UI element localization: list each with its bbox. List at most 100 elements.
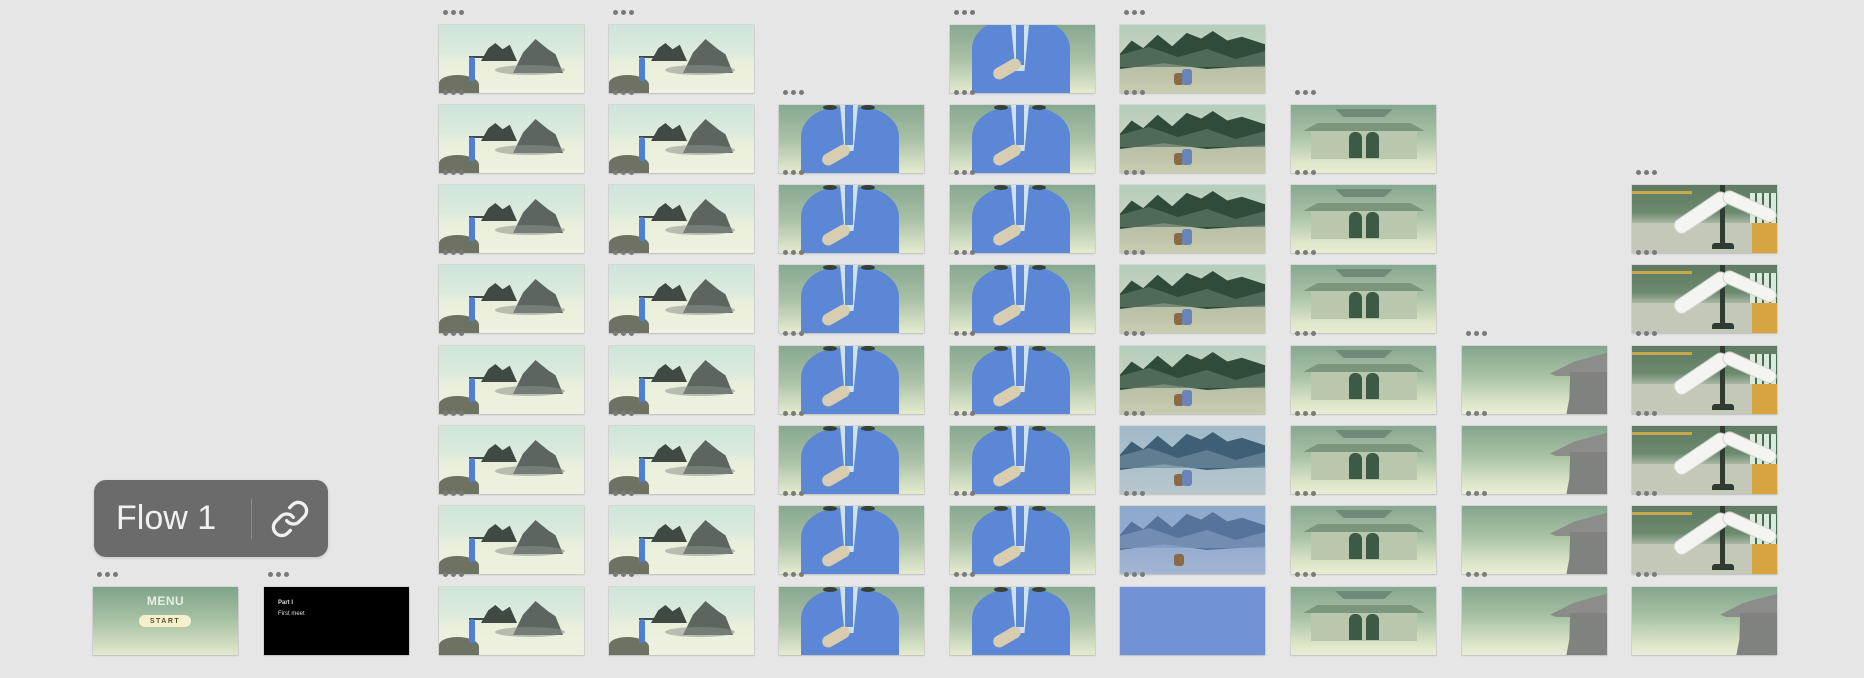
frame-options-button[interactable] (1124, 411, 1145, 419)
frame-options-button[interactable] (1466, 331, 1487, 339)
frame-landscape[interactable] (439, 506, 584, 574)
frame-options-button[interactable] (783, 491, 804, 499)
frame-landscape[interactable] (609, 185, 754, 253)
frame-options-button[interactable] (268, 572, 289, 580)
frame-robe[interactable] (779, 185, 924, 253)
frame-options-button[interactable] (1636, 491, 1657, 499)
frame-options-button[interactable] (443, 491, 464, 499)
frame-solid-blue[interactable] (1120, 587, 1265, 655)
frame-options-button[interactable] (443, 10, 464, 18)
frame-options-button[interactable] (443, 331, 464, 339)
frame-options-button[interactable] (97, 572, 118, 580)
frame-options-button[interactable] (1466, 572, 1487, 580)
frame-landscape[interactable] (609, 105, 754, 173)
flow-name[interactable]: Flow 1 (94, 499, 251, 538)
frame-landscape[interactable] (609, 25, 754, 93)
frame-options-button[interactable] (1295, 491, 1316, 499)
frame-options-button[interactable] (613, 10, 634, 18)
frame-options-button[interactable] (1124, 250, 1145, 258)
copy-link-button[interactable] (252, 499, 328, 539)
frame-robe[interactable] (950, 105, 1095, 173)
frame-options-button[interactable] (443, 90, 464, 98)
frame-landscape[interactable] (609, 587, 754, 655)
frame-robe[interactable] (950, 426, 1095, 494)
frame-options-button[interactable] (613, 90, 634, 98)
prototype-canvas[interactable]: MENU START Part I First meet Flow 1 (0, 0, 1864, 678)
frame-landscape[interactable] (439, 185, 584, 253)
frame-options-button[interactable] (954, 491, 975, 499)
frame-robe[interactable] (950, 185, 1095, 253)
frame-options-button[interactable] (1466, 411, 1487, 419)
frame-options-button[interactable] (1636, 411, 1657, 419)
frame-options-button[interactable] (1124, 572, 1145, 580)
frame-robe[interactable] (950, 587, 1095, 655)
frame-options-button[interactable] (954, 170, 975, 178)
frame-options-button[interactable] (954, 572, 975, 580)
frame-mount[interactable] (1120, 265, 1265, 333)
start-button[interactable]: START (139, 615, 191, 627)
frame-mount[interactable] (1120, 105, 1265, 173)
frame-corner[interactable] (1462, 506, 1607, 574)
frame-options-button[interactable] (613, 250, 634, 258)
frame-landscape[interactable] (609, 426, 754, 494)
frame-title-card[interactable]: Part I First meet (264, 587, 409, 655)
frame-options-button[interactable] (783, 572, 804, 580)
frame-robe[interactable] (779, 426, 924, 494)
frame-landscape[interactable] (609, 346, 754, 414)
frame-options-button[interactable] (1466, 491, 1487, 499)
frame-landscape[interactable] (439, 346, 584, 414)
frame-landscape[interactable] (609, 506, 754, 574)
frame-options-button[interactable] (1124, 491, 1145, 499)
frame-robe[interactable] (779, 506, 924, 574)
frame-options-button[interactable] (1295, 90, 1316, 98)
frame-landscape[interactable] (439, 25, 584, 93)
frame-options-button[interactable] (443, 250, 464, 258)
frame-options-button[interactable] (954, 250, 975, 258)
frame-options-button[interactable] (1295, 572, 1316, 580)
frame-options-button[interactable] (1636, 170, 1657, 178)
frame-options-button[interactable] (954, 10, 975, 18)
frame-mount-blue1[interactable] (1120, 426, 1265, 494)
frame-options-button[interactable] (443, 170, 464, 178)
frame-options-button[interactable] (613, 170, 634, 178)
frame-options-button[interactable] (1636, 250, 1657, 258)
frame-streamer[interactable] (1632, 426, 1777, 494)
frame-corner[interactable] (1462, 587, 1607, 655)
frame-robe[interactable] (779, 346, 924, 414)
frame-options-button[interactable] (783, 250, 804, 258)
frame-mount[interactable] (1120, 185, 1265, 253)
frame-corner[interactable] (1462, 346, 1607, 414)
frame-mount[interactable] (1120, 25, 1265, 93)
frame-streamer[interactable] (1632, 506, 1777, 574)
frame-robe[interactable] (779, 587, 924, 655)
frame-robe-cropped[interactable] (950, 25, 1095, 93)
frame-options-button[interactable] (783, 411, 804, 419)
frame-gate[interactable] (1291, 506, 1436, 574)
frame-gate[interactable] (1291, 105, 1436, 173)
frame-options-button[interactable] (1124, 331, 1145, 339)
frame-options-button[interactable] (1636, 331, 1657, 339)
frame-streamer[interactable] (1632, 346, 1777, 414)
frame-landscape[interactable] (439, 265, 584, 333)
frame-landscape[interactable] (439, 426, 584, 494)
frame-robe[interactable] (779, 265, 924, 333)
frame-gate[interactable] (1291, 426, 1436, 494)
frame-options-button[interactable] (1124, 90, 1145, 98)
frame-options-button[interactable] (1295, 250, 1316, 258)
frame-streamer[interactable] (1632, 185, 1777, 253)
frame-options-button[interactable] (1295, 411, 1316, 419)
frame-options-button[interactable] (954, 411, 975, 419)
frame-options-button[interactable] (783, 331, 804, 339)
frame-options-button[interactable] (443, 572, 464, 580)
frame-options-button[interactable] (1124, 170, 1145, 178)
frame-gate[interactable] (1291, 346, 1436, 414)
frame-options-button[interactable] (1295, 331, 1316, 339)
frame-options-button[interactable] (1124, 10, 1145, 18)
frame-landscape[interactable] (439, 587, 584, 655)
frame-landscape[interactable] (609, 265, 754, 333)
frame-options-button[interactable] (613, 491, 634, 499)
frame-options-button[interactable] (443, 411, 464, 419)
frame-gate[interactable] (1291, 265, 1436, 333)
frame-options-button[interactable] (613, 411, 634, 419)
frame-options-button[interactable] (954, 331, 975, 339)
